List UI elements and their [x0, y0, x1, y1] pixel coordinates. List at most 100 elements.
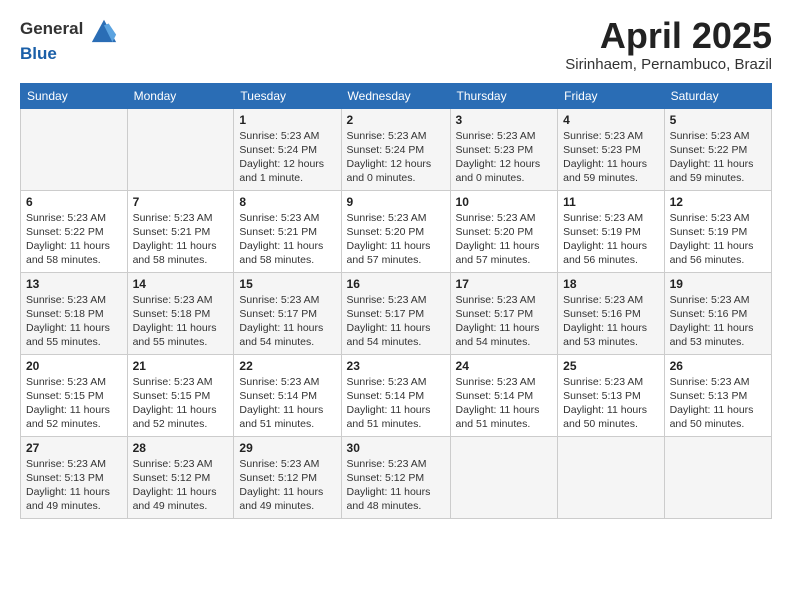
- table-row: 7Sunrise: 5:23 AMSunset: 5:21 PMDaylight…: [127, 190, 234, 272]
- logo-blue-text: Blue: [20, 44, 57, 63]
- logo-general-text: General: [20, 19, 83, 38]
- col-friday: Friday: [558, 83, 664, 108]
- day-number: 1: [239, 113, 335, 127]
- day-info: Sunrise: 5:23 AMSunset: 5:23 PMDaylight:…: [456, 129, 553, 186]
- day-number: 23: [347, 359, 445, 373]
- table-row: 2 Sunrise: 5:23 AMSunset: 5:24 PMDaylight…: [341, 108, 450, 190]
- calendar-table: Sunday Monday Tuesday Wednesday Thursday…: [20, 83, 772, 519]
- table-row: 13 Sunrise: 5:23 AMSunset: 5:18 PMDayligh…: [21, 272, 128, 354]
- day-info: Sunrise: 5:23 AMSunset: 5:14 PMDaylight:…: [347, 375, 445, 432]
- table-row: 10Sunrise: 5:23 AMSunset: 5:20 PMDayligh…: [450, 190, 558, 272]
- table-row: [21, 108, 128, 190]
- calendar-week-row: 20 Sunrise: 5:23 AMSunset: 5:15 PMDayligh…: [21, 354, 772, 436]
- day-info: Sunrise: 5:23 AMSunset: 5:12 PMDaylight:…: [133, 457, 229, 514]
- day-number: 16: [347, 277, 445, 291]
- col-sunday: Sunday: [21, 83, 128, 108]
- table-row: 17 Sunrise: 5:23 AMSunset: 5:17 PMDayligh…: [450, 272, 558, 354]
- logo: General Blue: [20, 16, 118, 64]
- day-info: Sunrise: 5:23 AMSunset: 5:24 PMDaylight:…: [239, 129, 335, 186]
- day-info: Sunrise: 5:23 AMSunset: 5:13 PMDaylight:…: [670, 375, 766, 432]
- table-row: 15Sunrise: 5:23 AMSunset: 5:17 PMDayligh…: [234, 272, 341, 354]
- calendar-week-row: 1 Sunrise: 5:23 AMSunset: 5:24 PMDaylight…: [21, 108, 772, 190]
- day-info: Sunrise: 5:23 AMSunset: 5:15 PMDaylight:…: [133, 375, 229, 432]
- table-row: 22 Sunrise: 5:23 AMSunset: 5:14 PMDayligh…: [234, 354, 341, 436]
- table-row: 3 Sunrise: 5:23 AMSunset: 5:23 PMDaylight…: [450, 108, 558, 190]
- table-row: 12 Sunrise: 5:23 AMSunset: 5:19 PMDayligh…: [664, 190, 771, 272]
- day-info: Sunrise: 5:23 AMSunset: 5:14 PMDaylight:…: [456, 375, 553, 432]
- day-info: Sunrise: 5:23 AMSunset: 5:19 PMDaylight:…: [670, 211, 766, 268]
- day-number: 12: [670, 195, 766, 209]
- day-number: 27: [26, 441, 122, 455]
- day-info: Sunrise: 5:23 AMSunset: 5:22 PMDaylight:…: [670, 129, 766, 186]
- day-number: 25: [563, 359, 658, 373]
- table-row: 26 Sunrise: 5:23 AMSunset: 5:13 PMDayligh…: [664, 354, 771, 436]
- day-info: Sunrise: 5:23 AMSunset: 5:12 PMDaylight:…: [239, 457, 335, 514]
- day-number: 29: [239, 441, 335, 455]
- title-block: April 2025 Sirinhaem, Pernambuco, Brazil: [565, 16, 772, 73]
- day-number: 11: [563, 195, 658, 209]
- day-info: Sunrise: 5:23 AMSunset: 5:14 PMDaylight:…: [239, 375, 335, 432]
- day-number: 3: [456, 113, 553, 127]
- day-info: Sunrise: 5:23 AMSunset: 5:22 PMDaylight:…: [26, 211, 122, 268]
- day-number: 10: [456, 195, 553, 209]
- table-row: [664, 436, 771, 518]
- logo-icon: [90, 16, 118, 44]
- table-row: 4Sunrise: 5:23 AMSunset: 5:23 PMDaylight…: [558, 108, 664, 190]
- col-saturday: Saturday: [664, 83, 771, 108]
- calendar-week-row: 6 Sunrise: 5:23 AMSunset: 5:22 PMDaylight…: [21, 190, 772, 272]
- day-number: 6: [26, 195, 122, 209]
- day-number: 8: [239, 195, 335, 209]
- day-info: Sunrise: 5:23 AMSunset: 5:23 PMDaylight:…: [563, 129, 658, 186]
- calendar-header-row: Sunday Monday Tuesday Wednesday Thursday…: [21, 83, 772, 108]
- table-row: 11 Sunrise: 5:23 AMSunset: 5:19 PMDayligh…: [558, 190, 664, 272]
- table-row: 23 Sunrise: 5:23 AMSunset: 5:14 PMDayligh…: [341, 354, 450, 436]
- day-number: 21: [133, 359, 229, 373]
- table-row: 19 Sunrise: 5:23 AMSunset: 5:16 PMDayligh…: [664, 272, 771, 354]
- table-row: 21 Sunrise: 5:23 AMSunset: 5:15 PMDayligh…: [127, 354, 234, 436]
- day-number: 26: [670, 359, 766, 373]
- day-info: Sunrise: 5:23 AMSunset: 5:17 PMDaylight:…: [347, 293, 445, 350]
- day-info: Sunrise: 5:23 AMSunset: 5:19 PMDaylight:…: [563, 211, 658, 268]
- col-thursday: Thursday: [450, 83, 558, 108]
- day-info: Sunrise: 5:23 AMSunset: 5:21 PMDaylight:…: [133, 211, 229, 268]
- day-number: 14: [133, 277, 229, 291]
- day-info: Sunrise: 5:23 AMSunset: 5:17 PMDaylight:…: [239, 293, 335, 350]
- table-row: 6 Sunrise: 5:23 AMSunset: 5:22 PMDaylight…: [21, 190, 128, 272]
- calendar-title: April 2025: [565, 16, 772, 56]
- day-number: 20: [26, 359, 122, 373]
- table-row: 29 Sunrise: 5:23 AMSunset: 5:12 PMDayligh…: [234, 436, 341, 518]
- calendar-week-row: 27 Sunrise: 5:23 AMSunset: 5:13 PMDayligh…: [21, 436, 772, 518]
- day-info: Sunrise: 5:23 AMSunset: 5:16 PMDaylight:…: [670, 293, 766, 350]
- table-row: 25 Sunrise: 5:23 AMSunset: 5:13 PMDayligh…: [558, 354, 664, 436]
- day-info: Sunrise: 5:23 AMSunset: 5:21 PMDaylight:…: [239, 211, 335, 268]
- table-row: 27 Sunrise: 5:23 AMSunset: 5:13 PMDayligh…: [21, 436, 128, 518]
- table-row: [450, 436, 558, 518]
- day-info: Sunrise: 5:23 AMSunset: 5:17 PMDaylight:…: [456, 293, 553, 350]
- table-row: 1 Sunrise: 5:23 AMSunset: 5:24 PMDaylight…: [234, 108, 341, 190]
- table-row: [127, 108, 234, 190]
- col-wednesday: Wednesday: [341, 83, 450, 108]
- table-row: 30Sunrise: 5:23 AMSunset: 5:12 PMDayligh…: [341, 436, 450, 518]
- page: General Blue April 2025 Sirinhaem, Perna…: [0, 0, 792, 612]
- table-row: 9 Sunrise: 5:23 AMSunset: 5:20 PMDaylight…: [341, 190, 450, 272]
- day-info: Sunrise: 5:23 AMSunset: 5:20 PMDaylight:…: [347, 211, 445, 268]
- calendar-week-row: 13 Sunrise: 5:23 AMSunset: 5:18 PMDayligh…: [21, 272, 772, 354]
- table-row: 24Sunrise: 5:23 AMSunset: 5:14 PMDayligh…: [450, 354, 558, 436]
- day-info: Sunrise: 5:23 AMSunset: 5:24 PMDaylight:…: [347, 129, 445, 186]
- day-info: Sunrise: 5:23 AMSunset: 5:18 PMDaylight:…: [26, 293, 122, 350]
- day-number: 9: [347, 195, 445, 209]
- day-number: 13: [26, 277, 122, 291]
- table-row: 28 Sunrise: 5:23 AMSunset: 5:12 PMDayligh…: [127, 436, 234, 518]
- day-number: 22: [239, 359, 335, 373]
- day-info: Sunrise: 5:23 AMSunset: 5:13 PMDaylight:…: [26, 457, 122, 514]
- calendar-subtitle: Sirinhaem, Pernambuco, Brazil: [565, 56, 772, 73]
- day-number: 2: [347, 113, 445, 127]
- day-number: 19: [670, 277, 766, 291]
- day-number: 17: [456, 277, 553, 291]
- day-info: Sunrise: 5:23 AMSunset: 5:18 PMDaylight:…: [133, 293, 229, 350]
- day-number: 28: [133, 441, 229, 455]
- day-info: Sunrise: 5:23 AMSunset: 5:12 PMDaylight:…: [347, 457, 445, 514]
- day-number: 18: [563, 277, 658, 291]
- day-info: Sunrise: 5:23 AMSunset: 5:15 PMDaylight:…: [26, 375, 122, 432]
- day-info: Sunrise: 5:23 AMSunset: 5:13 PMDaylight:…: [563, 375, 658, 432]
